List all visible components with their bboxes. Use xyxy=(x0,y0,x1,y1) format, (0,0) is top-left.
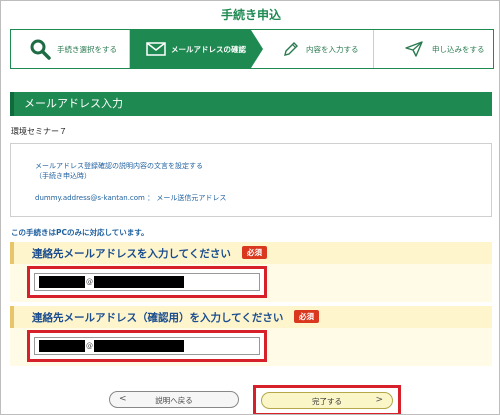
redacted-local-part xyxy=(39,276,85,288)
email-confirm-field-header: 連絡先メールアドレス（確認用）を入力してください 必須 xyxy=(10,306,492,328)
pc-only-notice: この手続きはPCのみに対応しています。 xyxy=(11,228,149,237)
redacted-domain xyxy=(94,340,184,352)
back-button-label: 説明へ戻る xyxy=(155,396,193,405)
search-icon xyxy=(30,39,51,60)
step-label: 手続き選択をする xyxy=(57,44,117,54)
email-confirm-field-body: @ xyxy=(10,328,492,366)
send-icon xyxy=(405,41,423,57)
step-label: 内容を入力する xyxy=(306,44,359,54)
email-field-header: 連絡先メールアドレスを入力してください 必須 xyxy=(10,242,492,264)
chevron-right-icon: > xyxy=(375,395,383,405)
email-input[interactable]: @ xyxy=(34,273,260,291)
email-field-body: @ xyxy=(10,264,492,302)
seminar-name: 環境セミナー７ xyxy=(11,127,67,136)
email-confirm-input-highlight: @ xyxy=(27,330,267,362)
email-confirm-input[interactable]: @ xyxy=(34,337,260,355)
section-title: メールアドレス入力 xyxy=(10,92,492,116)
at-sign: @ xyxy=(86,278,93,286)
sender-address-text: dummy.address@s-kantan.com ： メール送信元アドレス xyxy=(35,194,227,202)
step-label: メールアドレスの確認 xyxy=(171,44,246,54)
complete-button-highlight: 完了する > xyxy=(253,385,401,414)
step-email-confirm: メールアドレスの確認 xyxy=(130,30,251,68)
redacted-domain xyxy=(94,276,184,288)
back-button[interactable]: < 説明へ戻る xyxy=(109,391,239,408)
email-confirm-field-label: 連絡先メールアドレス（確認用）を入力してください xyxy=(32,312,284,324)
complete-button-label: 完了する xyxy=(312,397,342,406)
email-field-label: 連絡先メールアドレスを入力してください xyxy=(32,248,231,260)
step-select-procedure: 手続き選択をする xyxy=(11,30,129,68)
complete-button[interactable]: 完了する > xyxy=(261,392,393,409)
required-badge: 必須 xyxy=(242,246,267,259)
pencil-icon xyxy=(284,42,298,56)
page-title: 手続き申込 xyxy=(220,8,281,22)
step-indicator: 手続き選択をする メールアドレスの確認 内容を入力する 申し込みをする xyxy=(10,29,494,69)
envelope-icon xyxy=(146,42,166,56)
info-box: メールアドレス登録確認の説明内容の文言を設定する （手続き申込時） dummy.… xyxy=(10,143,492,217)
info-text: （手続き申込時） xyxy=(35,172,91,180)
email-input-highlight: @ xyxy=(27,266,267,298)
redacted-local-part xyxy=(39,340,85,352)
step-enter-content: 内容を入力する xyxy=(264,30,372,68)
at-sign: @ xyxy=(86,342,93,350)
step-arrow xyxy=(251,30,263,68)
page-frame: 手続き申込 手続き選択をする メールアドレスの確認 内容を入力する 申し込みをす… xyxy=(0,0,500,415)
step-label: 申し込みをする xyxy=(432,44,485,54)
required-badge: 必須 xyxy=(294,310,319,323)
info-text: メールアドレス登録確認の説明内容の文言を設定する xyxy=(35,162,203,170)
step-apply: 申し込みをする xyxy=(374,30,492,68)
